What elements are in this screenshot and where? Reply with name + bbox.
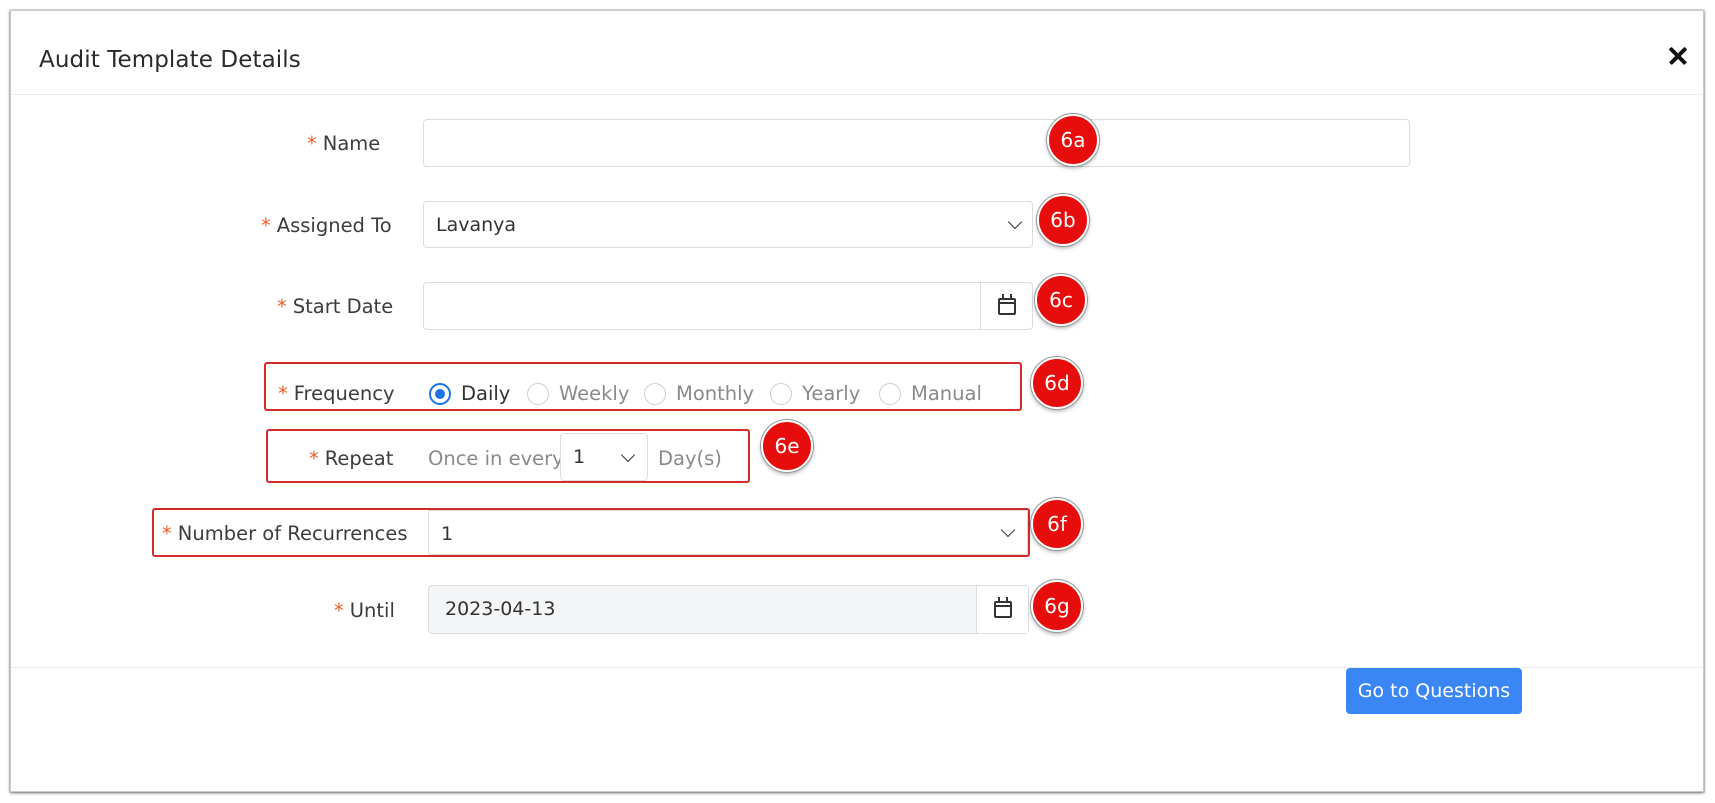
name-label-text: Name <box>322 132 381 155</box>
start-date-calendar-button[interactable] <box>980 283 1032 329</box>
assigned-to-select[interactable]: Lavanya <box>423 201 1033 248</box>
calendar-icon <box>994 597 1012 618</box>
frequency-label: * Frequency <box>278 382 395 405</box>
modal-title: Audit Template Details <box>39 47 301 73</box>
radio-manual-label[interactable]: Manual <box>911 382 982 405</box>
required-mark: * <box>277 295 287 318</box>
recurrences-label-text: Number of Recurrences <box>177 522 408 545</box>
until-label: * Until <box>334 599 395 622</box>
repeat-label-text: Repeat <box>324 447 394 470</box>
radio-weekly[interactable] <box>527 383 549 405</box>
radio-daily-label[interactable]: Daily <box>461 382 510 405</box>
recurrences-label: * Number of Recurrences <box>162 522 408 545</box>
annotation-badge-6b: 6b <box>1037 194 1089 246</box>
radio-weekly-label[interactable]: Weekly <box>559 382 629 405</box>
required-mark: * <box>261 214 271 237</box>
recurrences-value: 1 <box>441 523 454 545</box>
name-input[interactable] <box>423 119 1410 167</box>
chevron-down-icon <box>620 447 636 463</box>
radio-manual[interactable] <box>879 383 901 405</box>
until-field: 2023-04-13 <box>428 585 1029 634</box>
assigned-to-value: Lavanya <box>436 214 517 236</box>
until-calendar-button[interactable] <box>976 586 1028 633</box>
radio-monthly[interactable] <box>644 383 666 405</box>
chevron-down-icon <box>1000 522 1016 538</box>
repeat-select[interactable]: 1 <box>560 433 648 481</box>
start-date-label: * Start Date <box>277 295 393 318</box>
repeat-prefix: Once in every <box>428 447 564 470</box>
annotation-badge-6c: 6c <box>1035 274 1087 326</box>
assigned-to-label: * Assigned To <box>261 214 392 237</box>
until-label-text: Until <box>349 599 395 622</box>
annotation-badge-6g: 6g <box>1031 580 1083 632</box>
start-date-field[interactable] <box>423 282 1033 330</box>
required-mark: * <box>334 599 344 622</box>
audit-template-modal: Audit Template Details * Name * Assigned T… <box>10 10 1704 792</box>
required-mark: * <box>278 382 288 405</box>
annotation-badge-6d: 6d <box>1031 357 1083 409</box>
close-icon[interactable] <box>1661 39 1695 73</box>
until-value: 2023-04-13 <box>445 598 556 620</box>
calendar-icon <box>998 294 1016 315</box>
frequency-label-text: Frequency <box>293 382 395 405</box>
required-mark: * <box>309 447 319 470</box>
required-mark: * <box>162 522 172 545</box>
radio-daily[interactable] <box>429 383 451 405</box>
assigned-to-label-text: Assigned To <box>276 214 392 237</box>
annotation-badge-6e: 6e <box>761 420 813 472</box>
go-to-questions-button[interactable]: Go to Questions <box>1346 668 1522 714</box>
annotation-badge-6a: 6a <box>1047 114 1099 166</box>
start-date-label-text: Start Date <box>292 295 394 318</box>
recurrences-select[interactable]: 1 <box>428 510 1028 555</box>
repeat-label: * Repeat <box>309 447 393 470</box>
modal-header: Audit Template Details <box>11 11 1703 95</box>
required-mark: * <box>307 132 317 155</box>
radio-monthly-label[interactable]: Monthly <box>676 382 754 405</box>
annotation-badge-6f: 6f <box>1031 498 1083 550</box>
name-label: * Name <box>307 132 380 155</box>
repeat-suffix: Day(s) <box>658 447 722 470</box>
repeat-value: 1 <box>573 446 586 468</box>
chevron-down-icon <box>1007 214 1023 230</box>
radio-yearly[interactable] <box>770 383 792 405</box>
radio-yearly-label[interactable]: Yearly <box>802 382 860 405</box>
